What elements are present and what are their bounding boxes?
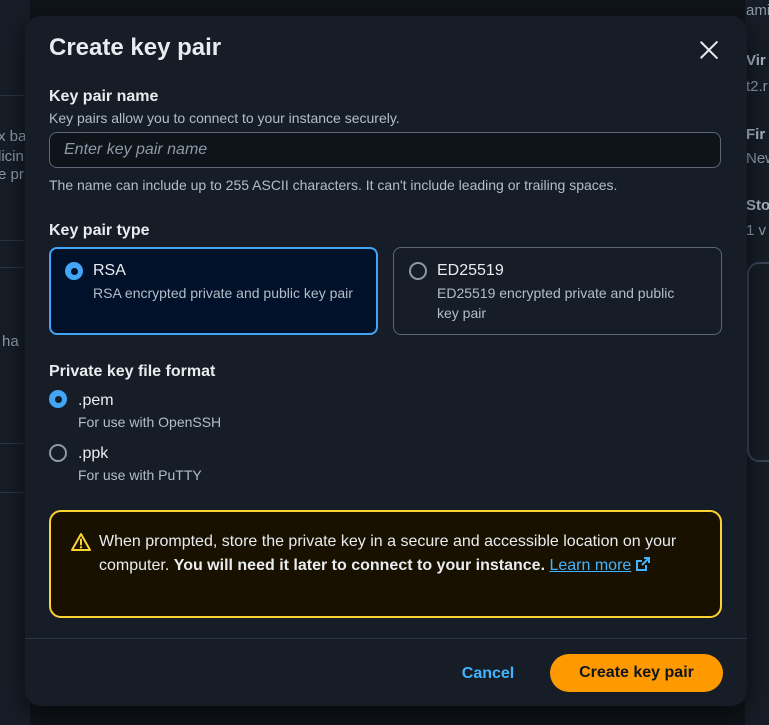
background-card (747, 262, 769, 462)
external-link-icon (636, 557, 651, 571)
radio-selected-icon[interactable] (65, 262, 83, 280)
background-text: ami (746, 2, 769, 19)
radio-selected-icon[interactable] (49, 390, 67, 408)
alert-bold-text: You will need it later to connect to you… (173, 557, 546, 574)
key-type-option-ed25519[interactable]: ED25519 ED25519 encrypted private and pu… (393, 247, 722, 335)
key-pair-name-constraint: The name can include up to 255 ASCII cha… (49, 177, 618, 193)
warning-alert: When prompted, store the private key in … (49, 510, 722, 618)
modal-title: Create key pair (49, 34, 222, 61)
background-text: licin (0, 148, 24, 165)
option-description: RSA encrypted private and public key pai… (93, 285, 353, 301)
cancel-button[interactable]: Cancel (450, 656, 526, 692)
warning-icon (71, 533, 91, 551)
background-text: Fir (746, 126, 766, 143)
link-label: Learn more (549, 557, 632, 574)
key-pair-name-description: Key pairs allow you to connect to your i… (49, 110, 400, 126)
background-text: e pr (0, 166, 24, 183)
alert-message: When prompted, store the private key in … (99, 530, 679, 578)
key-pair-name-input[interactable] (49, 132, 721, 168)
background-text: Vir (746, 52, 766, 69)
background-text: 1 v (746, 222, 767, 239)
option-title: RSA (93, 262, 126, 279)
option-description: For use with OpenSSH (78, 414, 222, 430)
option-title: .ppk (78, 445, 109, 462)
background-text: Sto (746, 197, 769, 214)
background-text: t2.r (746, 78, 768, 95)
background-text: ha (2, 333, 19, 350)
create-key-pair-button[interactable]: Create key pair (550, 654, 723, 692)
option-title: ED25519 (437, 262, 504, 279)
background-text: x ba (0, 128, 27, 145)
background-text: New (746, 150, 769, 167)
option-description: ED25519 encrypted private and public key… (437, 285, 675, 321)
footer-divider (25, 638, 747, 639)
key-pair-name-label: Key pair name (49, 88, 159, 105)
learn-more-link[interactable]: Learn more (549, 557, 651, 574)
radio-unselected-icon[interactable] (409, 262, 427, 280)
create-key-pair-modal: Create key pair Key pair name Key pairs … (25, 16, 747, 706)
option-title: .pem (78, 392, 114, 409)
option-description: For use with PuTTY (78, 467, 202, 483)
private-key-format-label: Private key file format (49, 363, 216, 380)
radio-unselected-icon[interactable] (49, 444, 67, 462)
key-pair-type-label: Key pair type (49, 222, 150, 239)
close-icon[interactable] (695, 36, 723, 64)
key-type-option-rsa[interactable]: RSA RSA encrypted private and public key… (49, 247, 378, 335)
